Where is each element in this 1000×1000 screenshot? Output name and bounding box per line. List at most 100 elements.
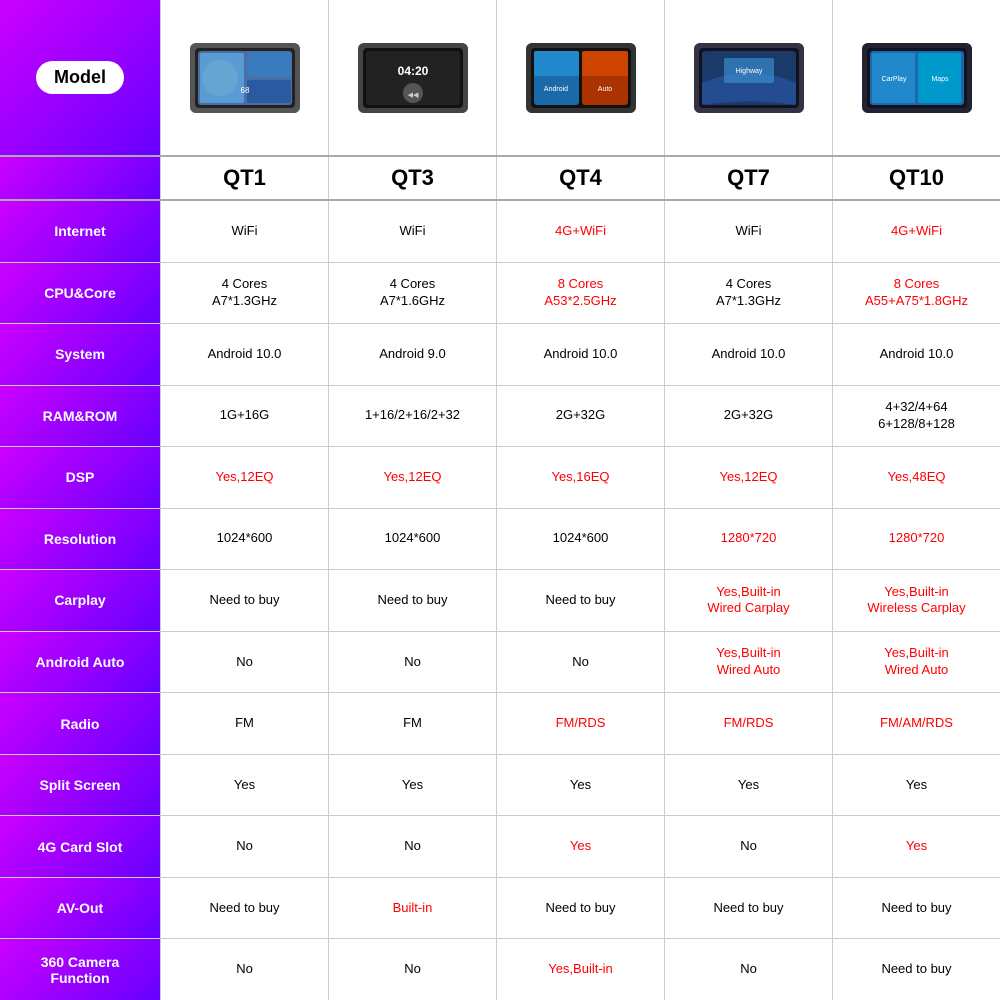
model-name-qt7: QT7 <box>664 157 832 199</box>
cell-r7-c4: Yes,Built-inWired Auto <box>832 632 1000 693</box>
table-row-4: DSPYes,12EQYes,12EQYes,16EQYes,12EQYes,4… <box>0 447 1000 509</box>
cell-r8-c0: FM <box>160 693 328 754</box>
cell-r3-c2: 2G+32G <box>496 386 664 447</box>
cell-r10-c3: No <box>664 816 832 877</box>
row-label-4: DSP <box>0 447 160 508</box>
table-body: InternetWiFiWiFi4G+WiFiWiFi4G+WiFiCPU&Co… <box>0 201 1000 1000</box>
cell-r5-c1: 1024*600 <box>328 509 496 570</box>
cell-r9-c3: Yes <box>664 755 832 816</box>
table-row-3: RAM&ROM1G+16G1+16/2+16/2+322G+32G2G+32G4… <box>0 386 1000 448</box>
cell-r5-c2: 1024*600 <box>496 509 664 570</box>
cell-r1-c3: 4 CoresA7*1.3GHz <box>664 263 832 324</box>
model-badge: Model <box>36 61 124 94</box>
product-image-qt7: Highway <box>694 43 804 113</box>
cell-r1-c4: 8 CoresA55+A75*1.8GHz <box>832 263 1000 324</box>
main-container: Model 68 <box>0 0 1000 1000</box>
product-col-qt1: 68 <box>160 0 328 155</box>
cell-r8-c2: FM/RDS <box>496 693 664 754</box>
svg-text:04:20: 04:20 <box>397 64 428 78</box>
cell-r10-c1: No <box>328 816 496 877</box>
table-row-9: Split ScreenYesYesYesYesYes <box>0 755 1000 817</box>
cell-r9-c0: Yes <box>160 755 328 816</box>
cell-r12-c1: No <box>328 939 496 1000</box>
row-label-2: System <box>0 324 160 385</box>
cell-r0-c0: WiFi <box>160 201 328 262</box>
cell-r1-c1: 4 CoresA7*1.6GHz <box>328 263 496 324</box>
product-col-qt10: CarPlay Maps <box>832 0 1000 155</box>
cell-r10-c4: Yes <box>832 816 1000 877</box>
cell-r4-c4: Yes,48EQ <box>832 447 1000 508</box>
table-row-6: CarplayNeed to buyNeed to buyNeed to buy… <box>0 570 1000 632</box>
cell-r4-c1: Yes,12EQ <box>328 447 496 508</box>
svg-text:◀◀: ◀◀ <box>407 92 418 99</box>
model-name-qt1: QT1 <box>160 157 328 199</box>
row-label-3: RAM&ROM <box>0 386 160 447</box>
cell-r6-c0: Need to buy <box>160 570 328 631</box>
row-label-6: Carplay <box>0 570 160 631</box>
row-label-10: 4G Card Slot <box>0 816 160 877</box>
model-label-cell: Model <box>0 0 160 155</box>
table-row-5: Resolution1024*6001024*6001024*6001280*7… <box>0 509 1000 571</box>
cell-r2-c4: Android 10.0 <box>832 324 1000 385</box>
svg-text:Android: Android <box>543 86 567 93</box>
row-label-5: Resolution <box>0 509 160 570</box>
cell-r2-c3: Android 10.0 <box>664 324 832 385</box>
row-label-0: Internet <box>0 201 160 262</box>
model-names-row: QT1 QT3 QT4 QT7 QT10 <box>0 155 1000 201</box>
cell-r7-c0: No <box>160 632 328 693</box>
table-row-10: 4G Card SlotNoNoYesNoYes <box>0 816 1000 878</box>
cell-r6-c2: Need to buy <box>496 570 664 631</box>
cell-r10-c2: Yes <box>496 816 664 877</box>
cell-r0-c2: 4G+WiFi <box>496 201 664 262</box>
table-row-2: SystemAndroid 10.0Android 9.0Android 10.… <box>0 324 1000 386</box>
cell-r4-c3: Yes,12EQ <box>664 447 832 508</box>
table-row-7: Android AutoNoNoNoYes,Built-inWired Auto… <box>0 632 1000 694</box>
cell-r4-c2: Yes,16EQ <box>496 447 664 508</box>
cell-r8-c4: FM/AM/RDS <box>832 693 1000 754</box>
product-col-qt4: Android Auto <box>496 0 664 155</box>
product-col-qt3: 04:20 ◀◀ <box>328 0 496 155</box>
cell-r12-c2: Yes,Built-in <box>496 939 664 1000</box>
svg-text:Auto: Auto <box>597 86 612 93</box>
cell-r7-c1: No <box>328 632 496 693</box>
cell-r12-c4: Need to buy <box>832 939 1000 1000</box>
table-row-0: InternetWiFiWiFi4G+WiFiWiFi4G+WiFi <box>0 201 1000 263</box>
product-image-qt1: 68 <box>190 43 300 113</box>
svg-text:CarPlay: CarPlay <box>881 76 906 83</box>
row-label-8: Radio <box>0 693 160 754</box>
table-row-8: RadioFMFMFM/RDSFM/RDSFM/AM/RDS <box>0 693 1000 755</box>
cell-r4-c0: Yes,12EQ <box>160 447 328 508</box>
model-name-qt4: QT4 <box>496 157 664 199</box>
cell-r11-c1: Built-in <box>328 878 496 939</box>
cell-r3-c3: 2G+32G <box>664 386 832 447</box>
cell-r12-c3: No <box>664 939 832 1000</box>
cell-r6-c3: Yes,Built-inWired Carplay <box>664 570 832 631</box>
cell-r7-c2: No <box>496 632 664 693</box>
cell-r2-c2: Android 10.0 <box>496 324 664 385</box>
cell-r0-c4: 4G+WiFi <box>832 201 1000 262</box>
cell-r5-c4: 1280*720 <box>832 509 1000 570</box>
cell-r7-c3: Yes,Built-inWired Auto <box>664 632 832 693</box>
header-area: Model 68 <box>0 0 1000 155</box>
svg-text:68: 68 <box>240 86 249 95</box>
cell-r11-c4: Need to buy <box>832 878 1000 939</box>
cell-r11-c0: Need to buy <box>160 878 328 939</box>
cell-r9-c1: Yes <box>328 755 496 816</box>
row-label-11: AV-Out <box>0 878 160 939</box>
cell-r3-c0: 1G+16G <box>160 386 328 447</box>
cell-r5-c0: 1024*600 <box>160 509 328 570</box>
cell-r2-c0: Android 10.0 <box>160 324 328 385</box>
svg-text:Highway: Highway <box>735 68 762 75</box>
product-col-qt7: Highway <box>664 0 832 155</box>
model-label-text: Model <box>54 67 106 87</box>
row-label-7: Android Auto <box>0 632 160 693</box>
row-label-12: 360 CameraFunction <box>0 939 160 1000</box>
cell-r8-c1: FM <box>328 693 496 754</box>
product-image-qt3: 04:20 ◀◀ <box>358 43 468 113</box>
model-name-qt3: QT3 <box>328 157 496 199</box>
cell-r12-c0: No <box>160 939 328 1000</box>
cell-r3-c4: 4+32/4+646+128/8+128 <box>832 386 1000 447</box>
table-row-1: CPU&Core4 CoresA7*1.3GHz4 CoresA7*1.6GHz… <box>0 263 1000 325</box>
cell-r9-c4: Yes <box>832 755 1000 816</box>
product-image-qt10: CarPlay Maps <box>862 43 972 113</box>
